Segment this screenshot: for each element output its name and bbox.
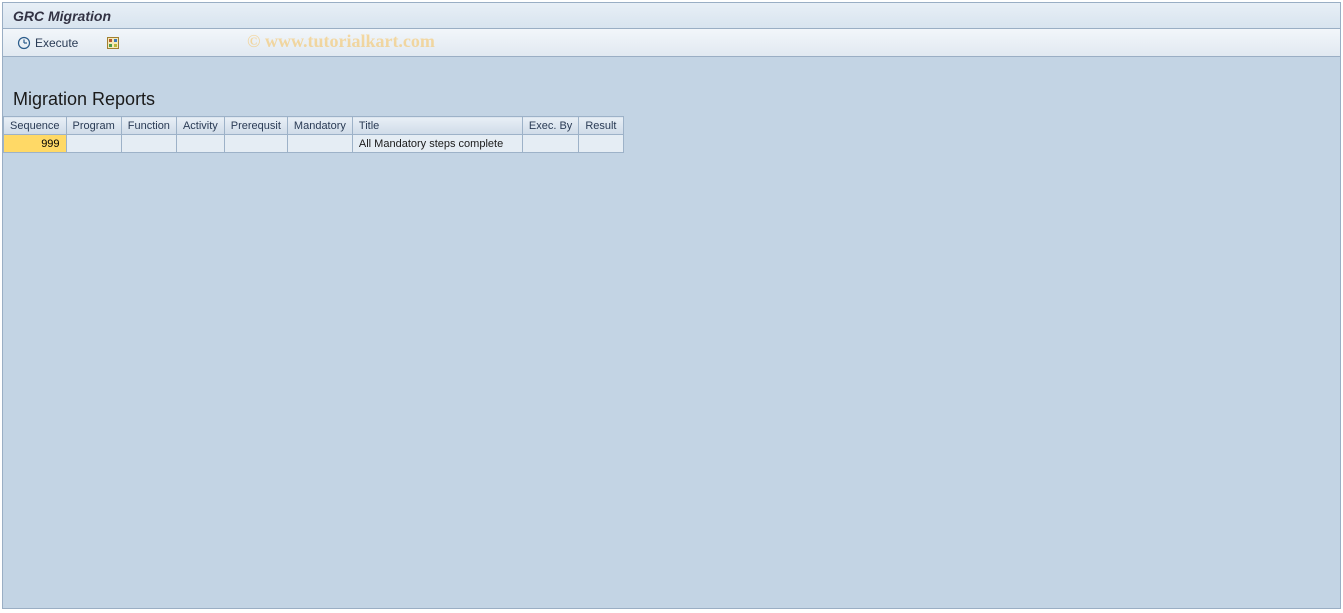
cell-result[interactable] [579,135,623,153]
col-function[interactable]: Function [121,117,176,135]
title-bar: GRC Migration [3,3,1340,29]
execute-button[interactable]: Execute [13,34,82,52]
col-execby[interactable]: Exec. By [522,117,578,135]
layout-icon [106,36,120,50]
col-result[interactable]: Result [579,117,623,135]
cell-execby[interactable] [522,135,578,153]
migration-grid[interactable]: Sequence Program Function Activity Prere… [3,116,624,153]
watermark: © www.tutorialkart.com [247,31,435,52]
grid-container: Sequence Program Function Activity Prere… [3,116,1340,153]
col-title[interactable]: Title [352,117,522,135]
toolbar: Execute © www.tutorialkart.com [3,29,1340,57]
execute-label: Execute [35,36,78,50]
table-row[interactable]: 999 All Mandatory steps complete [4,135,624,153]
page-title: GRC Migration [13,8,111,24]
col-mandatory[interactable]: Mandatory [287,117,352,135]
section-title: Migration Reports [3,83,1340,116]
cell-title[interactable]: All Mandatory steps complete [352,135,522,153]
cell-prerequisit[interactable] [224,135,287,153]
col-program[interactable]: Program [66,117,121,135]
grid-header-row: Sequence Program Function Activity Prere… [4,117,624,135]
col-activity[interactable]: Activity [176,117,224,135]
body-area: Migration Reports Sequence Program Funct… [3,57,1340,608]
cell-sequence[interactable]: 999 [4,135,67,153]
cell-program[interactable] [66,135,121,153]
spacer [3,57,1340,83]
col-prerequisit[interactable]: Prerequsit [224,117,287,135]
cell-mandatory[interactable] [287,135,352,153]
cell-function[interactable] [121,135,176,153]
cell-activity[interactable] [176,135,224,153]
execute-icon [17,36,31,50]
app-window: GRC Migration Execute [2,2,1341,609]
layout-button[interactable] [102,34,124,52]
col-sequence[interactable]: Sequence [4,117,67,135]
